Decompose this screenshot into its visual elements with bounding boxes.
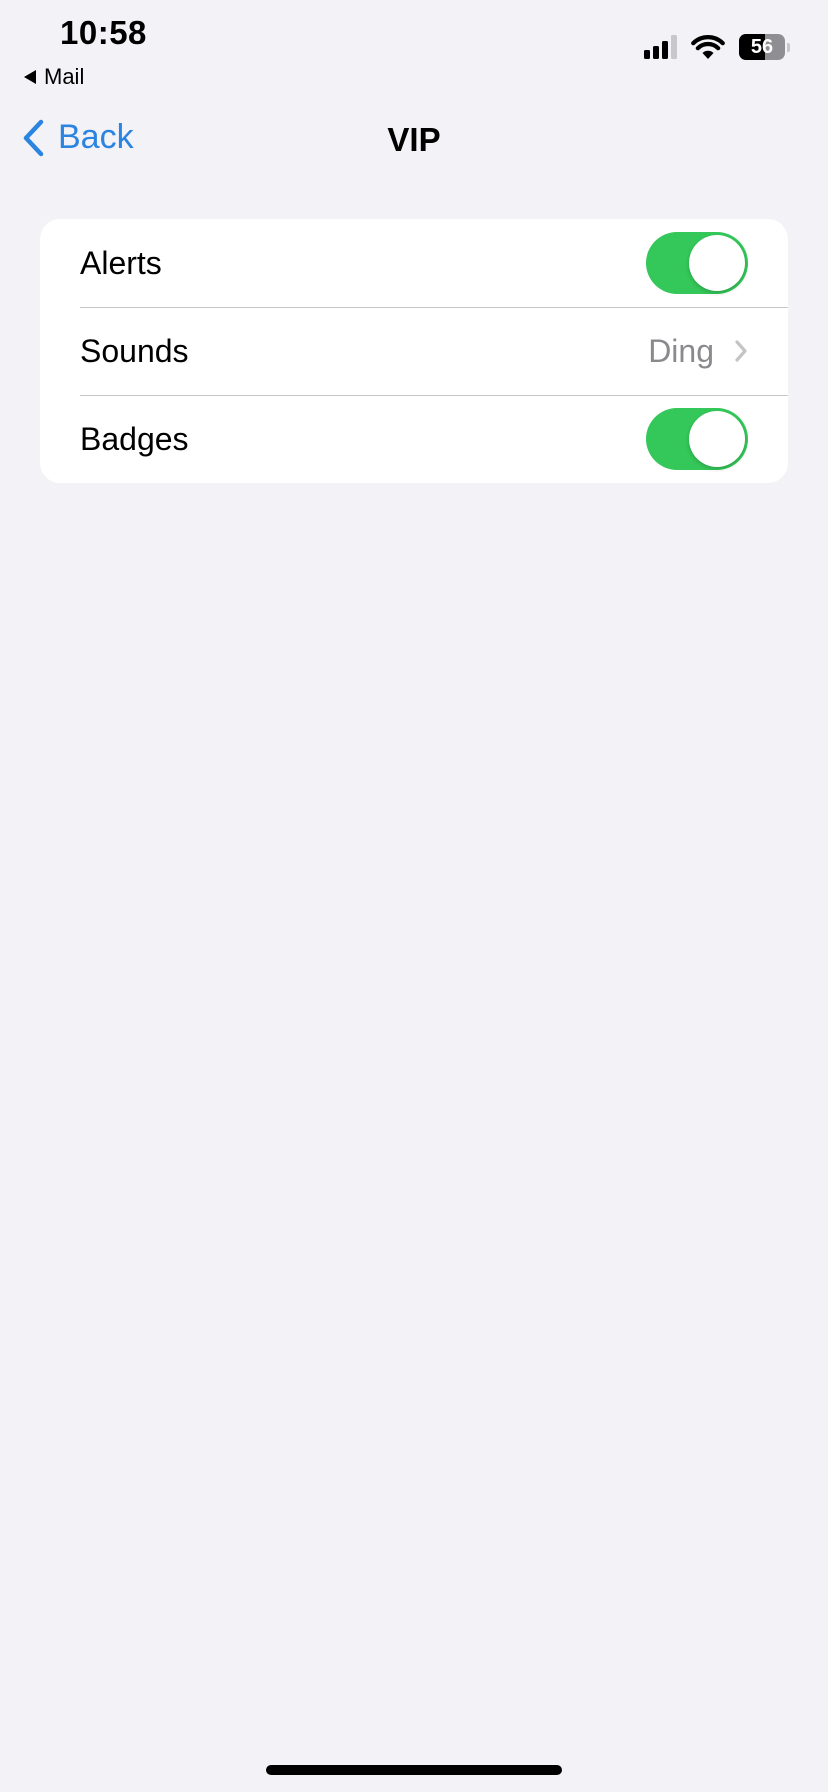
status-indicators: 56 [644,34,790,60]
back-triangle-icon [24,70,36,84]
badges-toggle-knob [689,411,745,467]
sounds-value-group: Ding [648,333,748,370]
alerts-toggle[interactable] [646,232,748,294]
battery-level: 56 [750,35,774,58]
alerts-label: Alerts [80,244,162,281]
chevron-right-icon [735,340,747,362]
sounds-row[interactable]: Sounds Ding [40,307,788,395]
status-back-to-app[interactable]: Mail [24,64,84,90]
wifi-icon [691,35,725,59]
badges-label: Badges [80,420,189,457]
sounds-value: Ding [648,332,714,369]
page-title: VIP [387,121,441,158]
sounds-label: Sounds [80,332,189,369]
alerts-toggle-knob [689,235,745,291]
badges-row: Badges [40,395,788,483]
home-indicator[interactable] [266,1765,562,1775]
vip-notification-settings: Alerts Sounds Ding Badges [40,219,788,483]
status-time: 10:58 [60,14,147,51]
badges-toggle[interactable] [646,408,748,470]
status-back-app-label: Mail [44,64,85,89]
cellular-signal-icon [644,35,677,59]
battery-icon: 56 [739,34,790,60]
alerts-row: Alerts [40,219,788,307]
